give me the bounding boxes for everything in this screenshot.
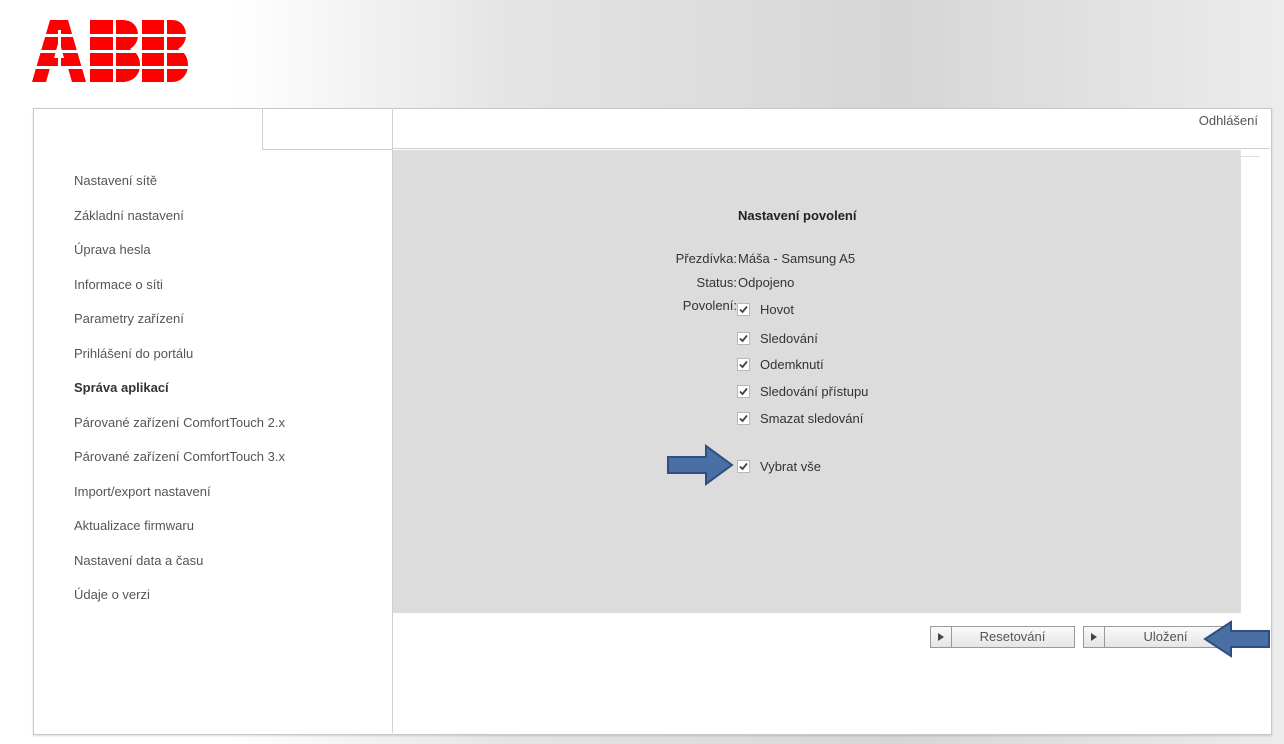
sidebar-item-password[interactable]: Úprava hesla [74, 242, 285, 277]
check-icon [739, 387, 748, 395]
logout-link[interactable]: Odhlášení [1199, 113, 1258, 128]
checkbox-delete-monitoring[interactable] [737, 411, 750, 425]
check-icon [739, 462, 748, 470]
sidebar-item-firmware-update[interactable]: Aktualizace firmwaru [74, 518, 285, 553]
play-icon [1084, 627, 1105, 647]
abb-logo [32, 20, 188, 82]
sidebar-item-network-settings[interactable]: Nastavení sítě [74, 173, 285, 208]
check-icon [739, 414, 748, 422]
status-label: Status: [696, 275, 737, 290]
checkbox-select-all[interactable] [737, 459, 750, 473]
check-icon [739, 360, 748, 368]
sidebar-item-basic-settings[interactable]: Základní nastavení [74, 208, 285, 243]
sidebar-item-version-info[interactable]: Údaje o verzi [74, 587, 285, 622]
sidebar-item-paired-comforttouch-2[interactable]: Párované zařízení ComfortTouch 2.x [74, 415, 285, 450]
arrow-right-icon [667, 444, 734, 486]
sidebar-item-app-management[interactable]: Správa aplikací [74, 380, 285, 415]
play-icon [931, 627, 952, 647]
status-value: Odpojeno [738, 275, 795, 290]
permission-access-monitoring[interactable]: Sledování přístupu [737, 383, 868, 399]
permission-unlock[interactable]: Odemknutí [737, 356, 824, 372]
tab-divider [262, 108, 393, 150]
checkbox-access-monitoring[interactable] [737, 384, 750, 398]
sidebar-item-import-export[interactable]: Import/export nastavení [74, 484, 285, 519]
select-all[interactable]: Vybrat vše [737, 458, 821, 474]
arrow-left-icon [1203, 620, 1270, 658]
sidebar-item-date-time[interactable]: Nastavení data a času [74, 553, 285, 588]
reset-button-label: Resetování [979, 629, 1046, 644]
nickname-label: Přezdívka: [675, 251, 737, 266]
permission-access-monitoring-label: Sledování přístupu [760, 383, 869, 399]
check-icon [739, 334, 748, 342]
sidebar-item-portal-login[interactable]: Prihlášení do portálu [74, 346, 285, 381]
sidebar-nav: Nastavení sítě Základní nastavení Úprava… [74, 173, 285, 622]
permission-unlock-label: Odemknutí [760, 356, 824, 372]
permission-call[interactable]: Hovot [737, 301, 794, 317]
checkbox-monitoring[interactable] [737, 331, 750, 345]
select-all-label: Vybrat vše [760, 458, 821, 474]
panel-edge [1240, 150, 1269, 613]
permission-call-label: Hovot [760, 301, 794, 317]
permission-delete-monitoring[interactable]: Smazat sledování [737, 410, 863, 426]
permission-monitoring[interactable]: Sledování [737, 330, 818, 346]
permissions-label: Povolení: [682, 298, 737, 313]
permission-delete-monitoring-label: Smazat sledování [760, 410, 864, 426]
permission-monitoring-label: Sledování [760, 330, 818, 346]
sidebar-item-device-parameters[interactable]: Parametry zařízení [74, 311, 285, 346]
top-bar [393, 108, 1270, 149]
checkbox-unlock[interactable] [737, 357, 750, 371]
checkbox-call[interactable] [737, 302, 750, 316]
permissions-title: Nastavení povolení [738, 208, 857, 223]
sidebar-item-paired-comforttouch-3[interactable]: Párované zařízení ComfortTouch 3.x [74, 449, 285, 484]
sidebar-item-network-info[interactable]: Informace o síti [74, 277, 285, 312]
reset-button[interactable]: Resetování [930, 626, 1075, 648]
nickname-value: Máša - Samsung A5 [738, 251, 856, 266]
check-icon [739, 305, 748, 313]
